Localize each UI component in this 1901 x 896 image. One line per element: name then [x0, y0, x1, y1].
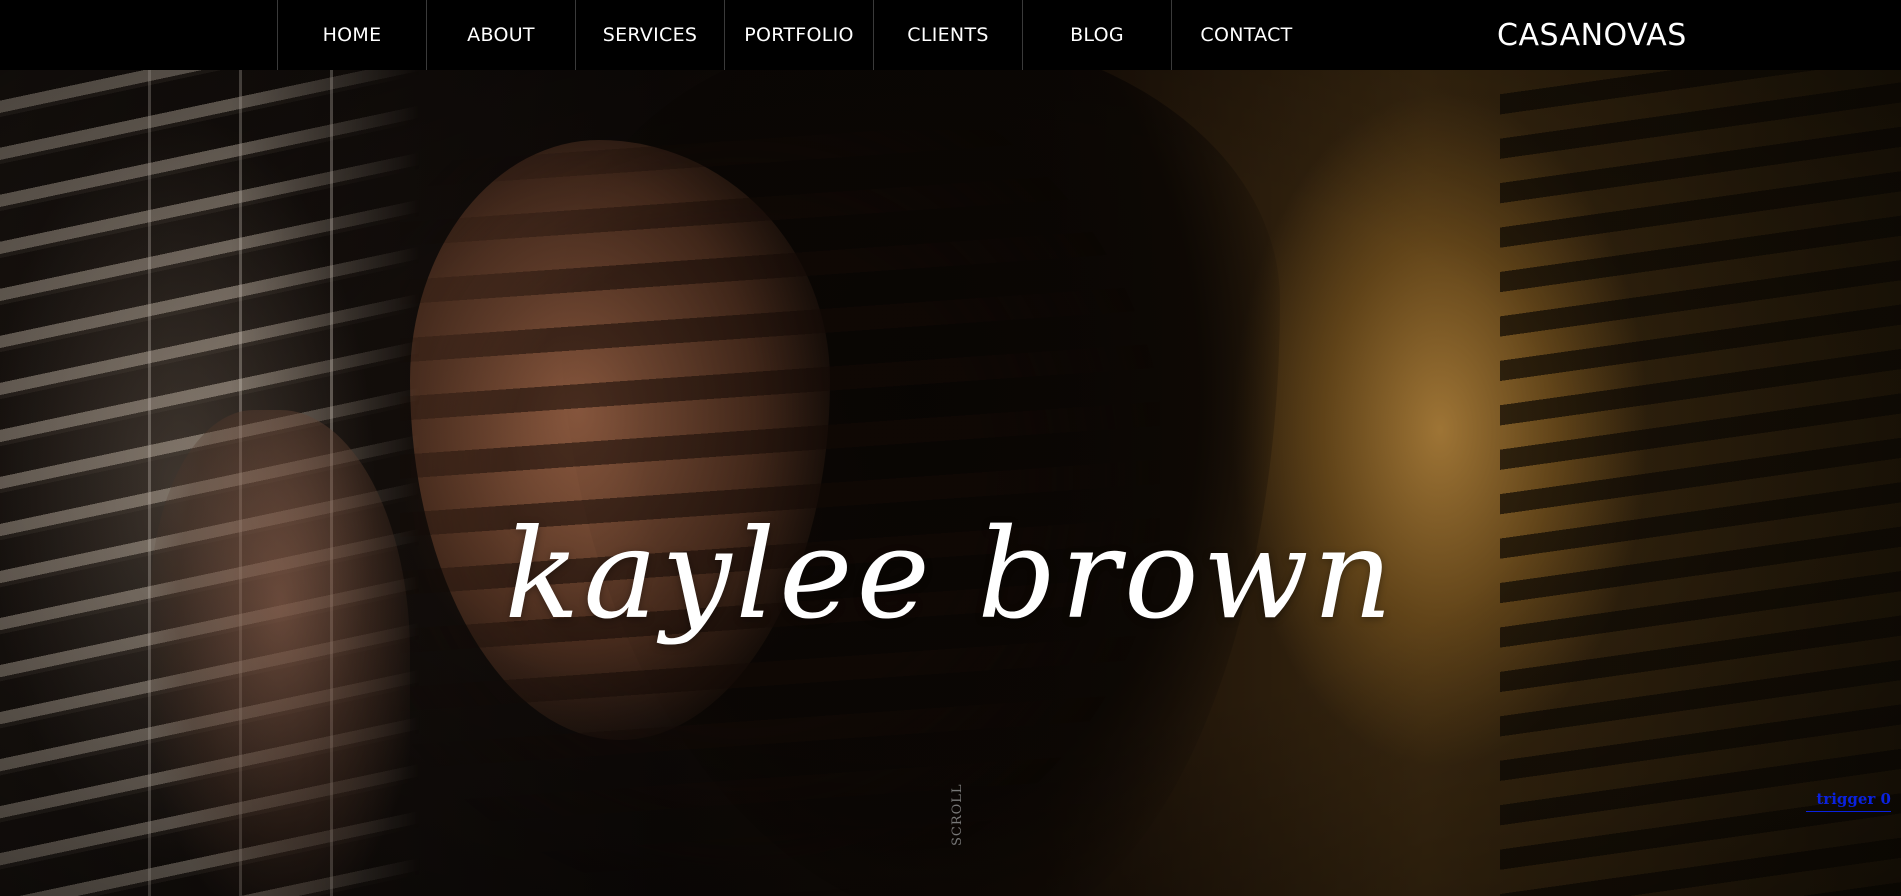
page: HOME ABOUT SERVICES PORTFOLIO CLIENTS BL…	[0, 0, 1901, 896]
trigger-link[interactable]: trigger 0	[1806, 790, 1891, 812]
nav-item-contact[interactable]: CONTACT	[1172, 0, 1321, 70]
brand-logo[interactable]: CASANOVAS	[1497, 0, 1687, 70]
nav-item-services[interactable]: SERVICES	[576, 0, 725, 70]
hero-title: kaylee brown	[504, 503, 1397, 648]
nav-item-blog[interactable]: BLOG	[1023, 0, 1172, 70]
nav-item-about[interactable]: ABOUT	[427, 0, 576, 70]
hero-image-vignette	[0, 70, 1901, 896]
nav-item-portfolio[interactable]: PORTFOLIO	[725, 0, 874, 70]
hero-section: kaylee brown	[0, 70, 1901, 896]
nav-item-home[interactable]: HOME	[278, 0, 427, 70]
nav-item-clients[interactable]: CLIENTS	[874, 0, 1023, 70]
top-navbar: HOME ABOUT SERVICES PORTFOLIO CLIENTS BL…	[0, 0, 1901, 70]
scroll-indicator[interactable]: SCROLL	[950, 783, 965, 846]
main-nav: HOME ABOUT SERVICES PORTFOLIO CLIENTS BL…	[277, 0, 1321, 70]
